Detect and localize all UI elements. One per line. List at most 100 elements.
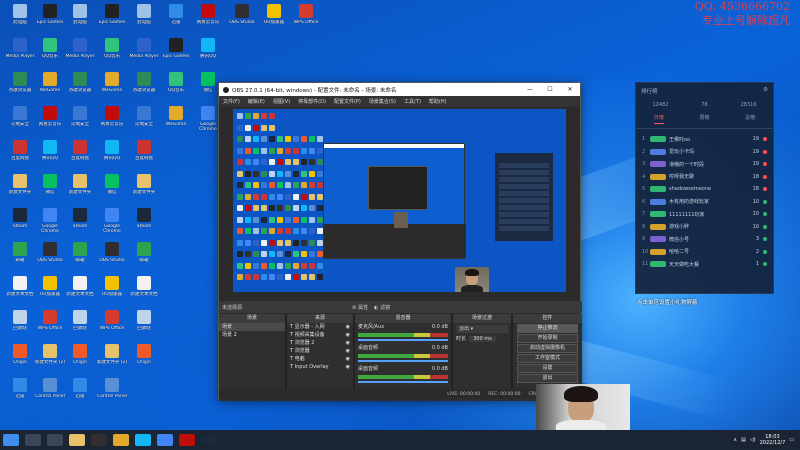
desktop-icon[interactable]: QQ音乐 — [34, 36, 66, 74]
transition-duration[interactable]: 时长 300 ms — [453, 335, 511, 343]
rank-row[interactable]: 4 哎呀我无聊 18 — [636, 171, 773, 184]
desktop-icon[interactable]: UU加速器 — [96, 274, 128, 312]
desktop-icon[interactable]: 腾讯QQ — [34, 138, 66, 176]
file-explorer-icon[interactable] — [69, 434, 85, 446]
desktop-icon[interactable]: WeGame — [160, 104, 192, 142]
desktop-icon[interactable]: 新建文件夹 — [64, 172, 96, 210]
desktop-icon[interactable]: 迅雷 — [160, 2, 192, 40]
desktop-icon[interactable]: Epic Games — [34, 2, 66, 40]
desktop-icon[interactable]: 网易云音乐 — [192, 2, 224, 40]
visibility-icon[interactable]: ◉ — [346, 364, 350, 370]
desktop-icon[interactable]: 此电脑 — [128, 2, 160, 40]
obs-preview[interactable] — [233, 109, 566, 292]
desktop-icon[interactable]: Control Panel — [34, 376, 66, 414]
desktop-icon[interactable]: Media Player — [4, 36, 36, 74]
desktop-icon[interactable]: Origin — [4, 342, 36, 380]
source-item[interactable]: T 显示器 - 入网 ◉ — [287, 323, 353, 331]
obs-icon[interactable] — [91, 434, 107, 446]
source-item[interactable]: T 浏览器 ◉ — [287, 347, 353, 355]
control-button[interactable]: 设置 — [517, 364, 578, 373]
rank-tab[interactable]: 总榜 — [745, 114, 755, 124]
menu-item[interactable]: 视图(V) — [269, 98, 294, 105]
desktop-icon[interactable]: 新建文件夹 (2) — [96, 342, 128, 380]
desktop-icon[interactable]: Steam — [64, 206, 96, 244]
desktop-icon[interactable]: 迅雷 — [4, 376, 36, 414]
desktop-icon[interactable]: 百度网盘 — [64, 138, 96, 176]
minimize-icon[interactable]: — — [520, 86, 540, 93]
desktop-icon[interactable]: QQ音乐 — [96, 36, 128, 74]
volume-slider[interactable] — [358, 381, 448, 383]
menu-item[interactable]: 编辑(E) — [244, 98, 269, 105]
source-item[interactable]: T Input Overlay ◉ — [287, 363, 353, 371]
control-button[interactable]: 启动虚拟摄像机 — [517, 344, 578, 353]
netease-icon[interactable] — [179, 434, 195, 446]
desktop-icon[interactable]: 火绒安全 — [64, 104, 96, 142]
control-button[interactable]: 停止推流 — [517, 324, 578, 333]
properties-button[interactable]: ⚙ 属性 — [352, 304, 368, 311]
rank-tab[interactable]: 日榜 — [653, 114, 664, 124]
rank-row[interactable]: 8 游戏小胖 10 — [636, 221, 773, 234]
desktop-icon[interactable]: OBS Studio — [96, 240, 128, 278]
rank-row[interactable]: 2 爱玩小卡玛 19 — [636, 146, 773, 159]
desktop-icon[interactable]: QQ音乐 — [160, 70, 192, 108]
rank-row[interactable]: 3 滑稽的一个时段 19 — [636, 158, 773, 171]
desktop-icon[interactable]: 回收站 — [128, 308, 160, 346]
filters-button[interactable]: ◐ 滤镜 — [374, 304, 390, 311]
task-view-icon[interactable] — [47, 434, 63, 446]
rank-row[interactable]: 11 天天做吃大餐 1 — [636, 258, 773, 271]
desktop-icon[interactable]: WPS Office — [290, 2, 322, 40]
menu-item[interactable]: 文件(F) — [219, 98, 244, 105]
scene-item[interactable]: 场景 — [219, 323, 285, 331]
source-item[interactable]: T 视频采集设备 ◉ — [287, 331, 353, 339]
transition-select[interactable]: 淡出 ▾ — [456, 325, 508, 333]
volume-slider[interactable] — [358, 360, 448, 362]
desktop-icon[interactable]: 邮箱 — [4, 240, 36, 278]
desktop-icon[interactable]: 微信 — [34, 172, 66, 210]
desktop-icon[interactable]: 此电脑 — [4, 2, 36, 40]
desktop-icon[interactable]: 火绒安全 — [4, 104, 36, 142]
desktop-icon[interactable]: 迅雷 — [64, 376, 96, 414]
desktop-icon[interactable]: 火绒安全 — [128, 104, 160, 142]
desktop-icon[interactable]: 回收站 — [4, 308, 36, 346]
wegame-icon[interactable] — [113, 434, 129, 446]
visibility-icon[interactable]: ◉ — [346, 332, 350, 338]
desktop-icon[interactable]: Origin — [64, 342, 96, 380]
desktop-icon[interactable]: 新建文本文档 — [4, 274, 36, 312]
source-item[interactable]: T 浏览器 2 ◉ — [287, 339, 353, 347]
visibility-icon[interactable]: ◉ — [346, 356, 350, 362]
desktop-icon[interactable]: 腾讯QQ — [96, 138, 128, 176]
desktop-icon[interactable]: OBS Studio — [226, 2, 258, 40]
desktop-icon[interactable]: 邮箱 — [64, 240, 96, 278]
desktop-icon[interactable]: Control Panel — [96, 376, 128, 414]
desktop-icon[interactable]: 百度网盘 — [128, 138, 160, 176]
desktop-icon[interactable]: 新建文本文档 — [128, 274, 160, 312]
rank-row[interactable]: 7 11111111玩家 10 — [636, 208, 773, 221]
start-icon[interactable] — [3, 434, 19, 446]
visibility-icon[interactable]: ◉ — [346, 340, 350, 346]
search-icon[interactable] — [25, 434, 41, 446]
desktop-icon[interactable]: 邮箱 — [128, 240, 160, 278]
desktop-icon[interactable]: UU加速器 — [34, 274, 66, 312]
obs-titlebar[interactable]: OBS 27.0.1 (64-bit, windows) - 配置文件: 未命名… — [219, 83, 580, 96]
rank-row[interactable]: 9 微信小号 3 — [636, 233, 773, 246]
desktop-icon[interactable]: 腾讯QQ — [192, 36, 224, 74]
menu-item[interactable]: 帮助(H) — [425, 98, 451, 105]
desktop-icon[interactable]: 谷歌浏览器 — [64, 70, 96, 108]
rank-row[interactable]: 1 王哪吒oo 19 — [636, 133, 773, 146]
desktop-icon[interactable]: WeGame — [96, 70, 128, 108]
visibility-icon[interactable]: ◉ — [346, 348, 350, 354]
desktop-icon[interactable]: 新建文件夹 — [4, 172, 36, 210]
rank-tab[interactable]: 周榜 — [699, 114, 709, 124]
desktop-icon[interactable]: 微信 — [96, 172, 128, 210]
control-button[interactable]: 工作室模式 — [517, 354, 578, 363]
desktop-icon[interactable]: WPS Office — [34, 308, 66, 346]
scene-item[interactable]: 场景 2 — [219, 331, 285, 339]
desktop-icon[interactable]: 网易云音乐 — [34, 104, 66, 142]
desktop-icon[interactable]: Google Chrome — [96, 206, 128, 244]
desktop-icon[interactable]: UU加速器 — [258, 2, 290, 40]
desktop-icon[interactable]: 谷歌浏览器 — [4, 70, 36, 108]
desktop-icon[interactable]: 网易云音乐 — [96, 104, 128, 142]
desktop-icon[interactable]: Steam — [4, 206, 36, 244]
source-item[interactable]: T 电脑 ◉ — [287, 355, 353, 363]
notification-icon[interactable]: ▭ — [789, 437, 794, 443]
